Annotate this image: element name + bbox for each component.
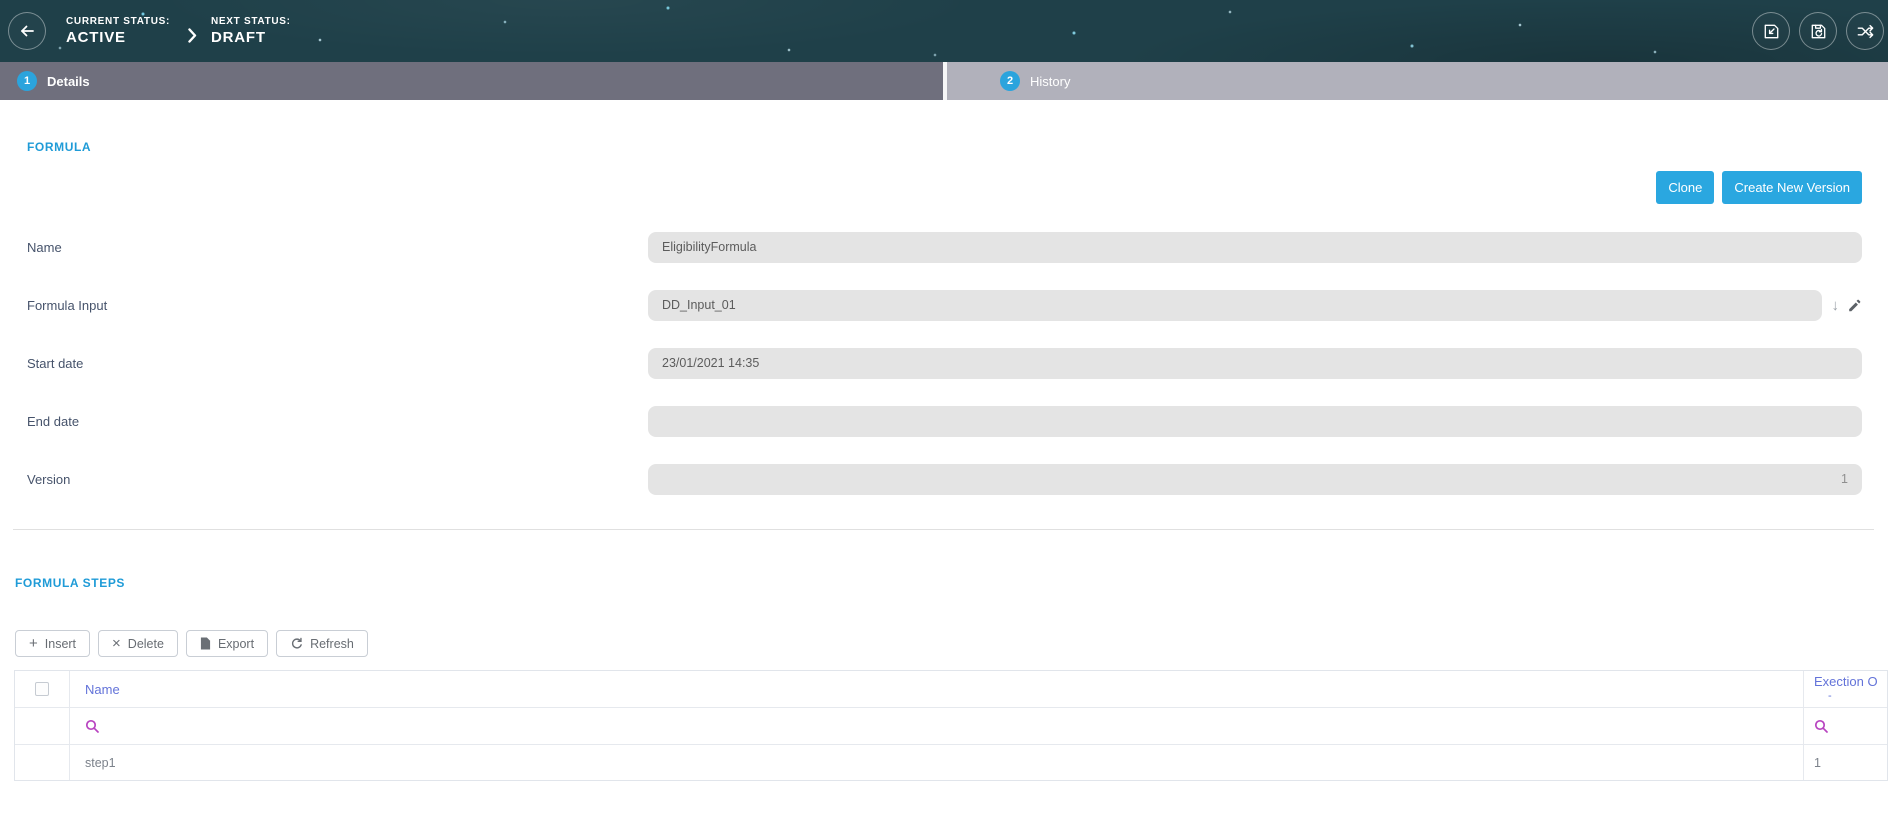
- formula-input-field[interactable]: DD_Input_01: [648, 290, 1822, 321]
- save-refresh-icon: [1808, 21, 1829, 42]
- formula-input-extras: ↓: [1822, 298, 1862, 313]
- insert-button[interactable]: + Insert: [15, 630, 90, 657]
- version-field[interactable]: 1: [648, 464, 1862, 495]
- table-row[interactable]: step1 1: [15, 745, 1887, 780]
- file-icon: [200, 637, 211, 650]
- name-column-header[interactable]: Name: [70, 671, 1804, 707]
- start-date-field[interactable]: 23/01/2021 14:35: [648, 348, 1862, 379]
- execution-order-filter-input[interactable]: [1804, 708, 1888, 744]
- row-select-cell: [15, 745, 70, 780]
- tab-details-number: 1: [17, 71, 37, 91]
- current-status: CURRENT STATUS: ACTIVE: [66, 16, 170, 46]
- back-arrow-icon: [17, 21, 37, 41]
- next-status: NEXT STATUS: DRAFT: [211, 16, 291, 46]
- step-name-value: step1: [85, 756, 116, 770]
- tab-details-label: Details: [47, 74, 90, 89]
- execution-order-cell: 1: [1804, 745, 1888, 780]
- edit-pencil-icon[interactable]: [1847, 298, 1862, 313]
- create-new-version-button[interactable]: Create New Version: [1722, 171, 1862, 204]
- plus-icon: +: [29, 636, 38, 651]
- formula-steps-section-title: FORMULA STEPS: [15, 576, 1888, 590]
- name-column-label: Name: [85, 682, 120, 697]
- current-status-label: CURRENT STATUS:: [66, 16, 170, 27]
- tab-history-label: History: [1030, 74, 1070, 89]
- select-all-checkbox[interactable]: [35, 682, 49, 696]
- form-row-formula-input: Formula Input DD_Input_01 ↓: [27, 290, 1862, 321]
- form-row-name: Name EligibilityFormula: [27, 232, 1862, 263]
- name-filter-input[interactable]: [70, 708, 1804, 744]
- version-label: Version: [27, 472, 648, 487]
- topbar-actions: [1752, 12, 1884, 50]
- execution-order-value: 1: [1814, 756, 1821, 770]
- next-status-label: NEXT STATUS:: [211, 16, 291, 27]
- step-name-cell: step1: [70, 745, 1804, 780]
- tab-bar: 1 Details 2 History: [0, 62, 1888, 100]
- table-header-row: Name Exection O -: [15, 671, 1887, 708]
- formula-form: Name EligibilityFormula Formula Input DD…: [27, 232, 1862, 495]
- form-row-end-date: End date: [27, 406, 1862, 437]
- refresh-button-label: Refresh: [310, 637, 354, 651]
- tab-history[interactable]: 2 History: [947, 62, 1888, 100]
- name-field[interactable]: EligibilityFormula: [648, 232, 1862, 263]
- filter-empty-cell: [15, 708, 70, 744]
- insert-button-label: Insert: [45, 637, 76, 651]
- clone-button[interactable]: Clone: [1656, 171, 1714, 204]
- dropdown-arrow-icon[interactable]: ↓: [1832, 298, 1840, 313]
- table-filter-row: [15, 708, 1887, 745]
- current-status-value: ACTIVE: [66, 29, 170, 46]
- formula-section-title: FORMULA: [27, 140, 1888, 154]
- end-date-label: End date: [27, 414, 648, 429]
- delete-button-label: Delete: [128, 637, 164, 651]
- export-button[interactable]: Export: [186, 630, 268, 657]
- refresh-icon: [290, 637, 303, 650]
- end-date-field[interactable]: [648, 406, 1862, 437]
- delete-button[interactable]: × Delete: [98, 630, 178, 657]
- shuffle-button[interactable]: [1846, 12, 1884, 50]
- tab-history-number: 2: [1000, 71, 1020, 91]
- formula-input-label: Formula Input: [27, 298, 648, 313]
- top-status-bar: CURRENT STATUS: ACTIVE NEXT STATUS: DRAF…: [0, 0, 1888, 62]
- x-icon: ×: [112, 636, 121, 651]
- tab-details[interactable]: 1 Details: [0, 62, 943, 100]
- next-status-value: DRAFT: [211, 29, 291, 46]
- execution-order-column-label: Exection O: [1814, 675, 1878, 690]
- start-date-label: Start date: [27, 356, 648, 371]
- form-row-version: Version 1: [27, 464, 1862, 495]
- back-button[interactable]: [8, 12, 46, 50]
- execution-order-column-label-hyphen: -: [1814, 690, 1878, 703]
- save-export-button[interactable]: [1752, 12, 1790, 50]
- refresh-button[interactable]: Refresh: [276, 630, 368, 657]
- execution-order-column-header[interactable]: Exection O -: [1804, 671, 1888, 707]
- chevron-right-icon: [188, 20, 197, 43]
- section-divider: [13, 529, 1874, 530]
- form-row-start-date: Start date 23/01/2021 14:35: [27, 348, 1862, 379]
- search-icon: [1814, 719, 1828, 733]
- save-export-icon: [1761, 21, 1782, 42]
- steps-toolbar: + Insert × Delete Export Refresh: [15, 630, 1888, 657]
- name-label: Name: [27, 240, 648, 255]
- search-icon: [85, 719, 99, 733]
- save-refresh-button[interactable]: [1799, 12, 1837, 50]
- select-all-cell: [15, 671, 70, 707]
- steps-table: Name Exection O -: [14, 670, 1888, 781]
- formula-actions: Clone Create New Version: [0, 171, 1862, 204]
- export-button-label: Export: [218, 637, 254, 651]
- shuffle-icon: [1855, 21, 1876, 42]
